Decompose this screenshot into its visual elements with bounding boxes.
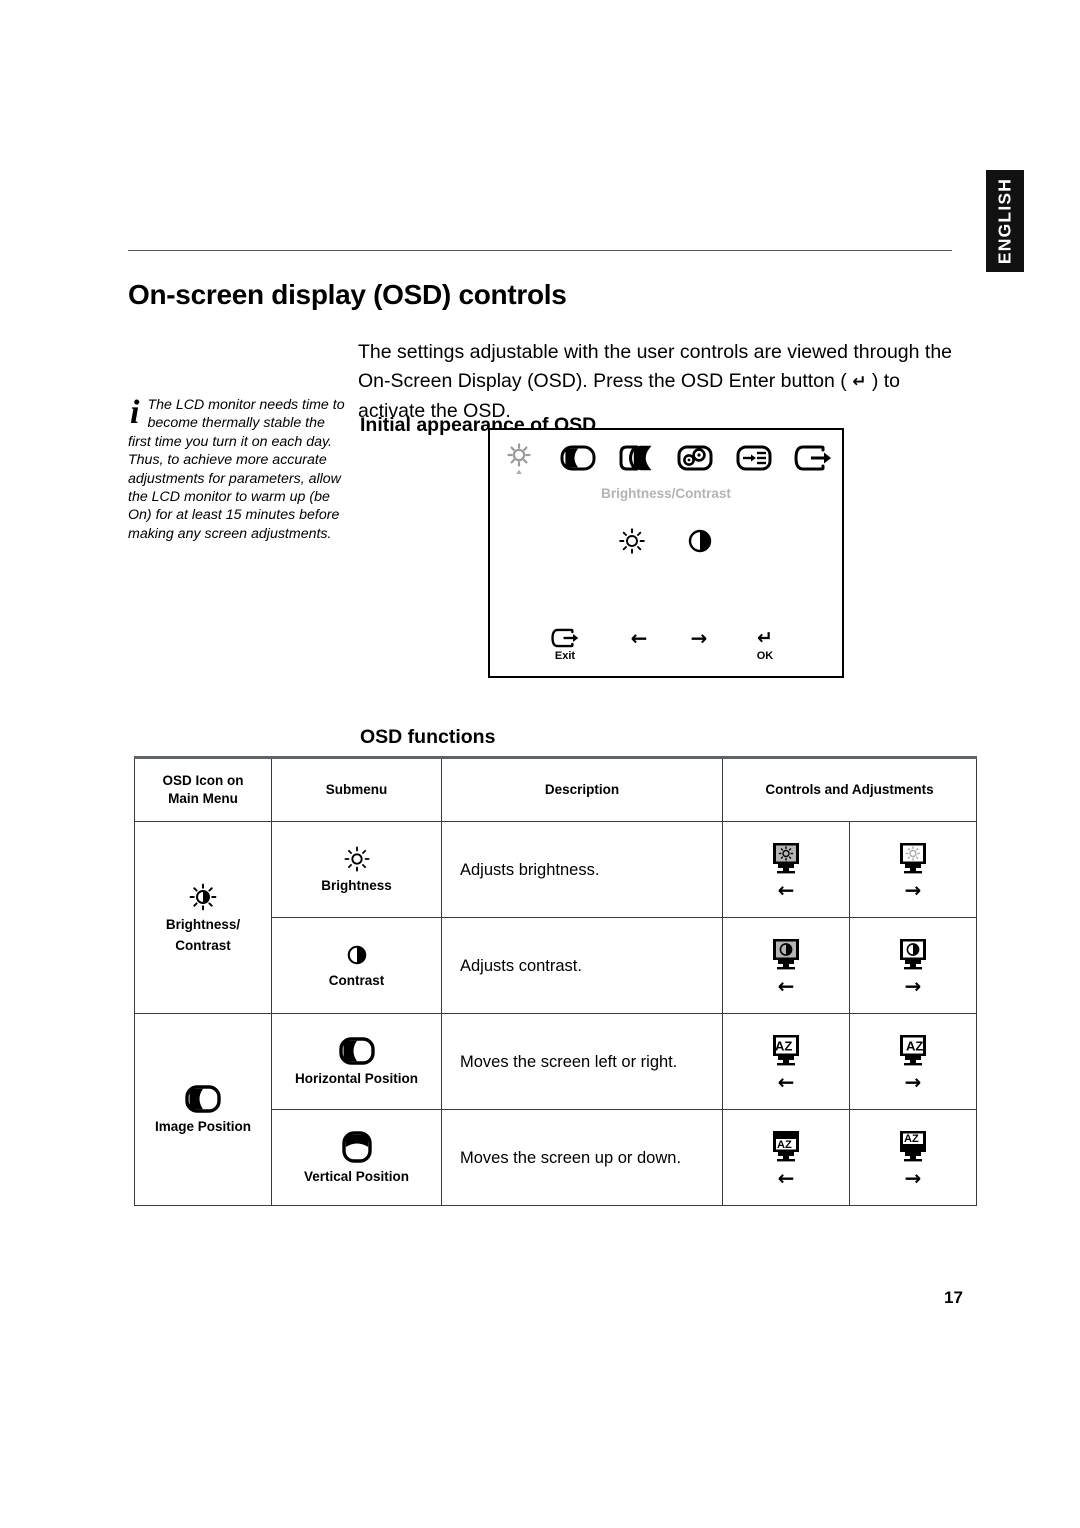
brightness-icon [343,845,371,873]
osd-menu-item-brightness-contrast [490,436,549,480]
osd-menu-item-options [725,436,784,480]
osd-panel-footer: Exit ← → ↵ OK [490,626,842,670]
arrow-left-icon: ← [777,973,795,998]
arrow-left-icon: ← [630,626,648,650]
note-text: The LCD monitor needs time to become the… [128,397,345,542]
arrow-right-icon: → [904,1069,922,1094]
table-header-row: OSD Icon on Main Menu Submenu Descriptio… [134,756,978,822]
description-cell: Adjusts brightness. [441,821,723,918]
submenu-label: Horizontal Position [295,1071,418,1086]
osd-footer-right: → [672,626,726,650]
image-properties-icon [676,443,714,473]
control-cell-shift-up: AZ → [848,1109,978,1206]
svg-text:AZ: AZ [775,1038,792,1053]
options-icon [735,443,773,473]
monitor-shift-right-icon: AZ [896,1033,930,1067]
header-divider [128,250,952,251]
exit-icon [538,626,592,650]
arrow-right-icon: → [904,877,922,902]
osd-menu-item-image-properties [666,436,725,480]
submenu-label: Contrast [328,973,385,988]
control-cell-shift-right: AZ → [848,1013,978,1110]
image-setup-icon [617,443,657,473]
information-i-icon: i [130,394,140,431]
horizontal-position-icon [338,1036,376,1066]
arrow-left-icon: ← [777,1069,795,1094]
monitor-brightness-dim-icon [769,841,803,875]
page-number: 17 [944,1288,963,1307]
arrow-left-icon: ← [777,1165,795,1190]
osd-panel-title: Brightness/Contrast [601,486,731,501]
table-row: Brightness/ Contrast Brightness Adjusts … [134,821,978,1014]
image-position-icon [559,443,597,473]
intro-paragraph: The settings adjustable with the user co… [358,338,958,426]
description-cell: Adjusts contrast. [441,917,723,1014]
main-menu-cell-brightness-contrast: Brightness/ Contrast [134,821,272,1014]
monitor-contrast-low-icon [769,937,803,971]
header-description: Description [441,756,723,822]
osd-footer-exit-label: Exit [554,650,576,662]
brightness-contrast-icon [188,882,218,912]
description-cell: Moves the screen left or right. [441,1013,723,1110]
osd-menu-item-image-setup [607,436,666,480]
description-cell: Moves the screen up or down. [441,1109,723,1206]
submenu-label: Brightness [321,878,392,893]
exit-icon [793,443,833,473]
main-menu-label-line1: Brightness/ [165,916,241,932]
submenu-cell-brightness: Brightness [271,821,442,918]
control-cell-increase-contrast: → [848,917,978,1014]
table-row: Image Position Horizontal Position Moves… [134,1013,978,1206]
osd-panel-illustration: Brightness/Contrast Exit ← → ↵ OK [488,428,844,678]
osd-footer-ok: ↵ OK [738,626,792,662]
brightness-icon [617,526,647,556]
monitor-shift-up-icon: AZ [896,1129,930,1163]
language-tab-english: ENGLISH [986,170,1024,272]
contrast-icon [685,526,715,556]
brightness-contrast-icon [502,441,536,475]
osd-menu-item-exit [783,436,842,480]
submenu-label: Vertical Position [303,1169,410,1184]
control-cell-decrease-brightness: ← [722,821,850,918]
osd-submenu-iconrow [490,526,842,556]
svg-text:AZ: AZ [777,1139,792,1151]
main-menu-label-line2: Contrast [175,937,231,953]
submenu-cell-vertical-position: Vertical Position [271,1109,442,1206]
monitor-shift-down-icon: AZ [769,1129,803,1163]
arrow-left-icon: ← [777,877,795,902]
control-cell-increase-brightness: → [848,821,978,918]
osd-main-menu-iconbar [490,436,842,480]
control-cell-shift-down: AZ ← [722,1109,850,1206]
control-cell-shift-left: AZ ← [722,1013,850,1110]
submenu-cell-contrast: Contrast [271,917,442,1014]
osd-functions-table: OSD Icon on Main Menu Submenu Descriptio… [134,756,978,1206]
svg-text:AZ: AZ [904,1133,919,1145]
monitor-brightness-bright-icon [896,841,930,875]
control-cell-decrease-contrast: ← [722,917,850,1014]
osd-footer-exit: Exit [538,626,592,662]
image-position-icon [184,1084,222,1114]
osd-menu-item-image-position [549,436,608,480]
arrow-right-icon: → [904,1165,922,1190]
page-title: On-screen display (OSD) controls [128,278,567,310]
osd-enter-button-icon: ↵ [852,371,867,392]
arrow-right-icon: → [904,973,922,998]
heading-osd-functions: OSD functions [360,726,496,749]
monitor-contrast-high-icon [896,937,930,971]
osd-footer-ok-label: OK [756,650,774,662]
header-osd-icon: OSD Icon on Main Menu [134,756,272,822]
vertical-position-icon [341,1130,373,1164]
header-submenu: Submenu [271,756,442,822]
note-block: i The LCD monitor needs time to become th… [128,396,346,543]
enter-icon: ↵ [757,626,773,649]
main-menu-label-line1: Image Position [154,1119,252,1134]
arrow-right-icon: → [690,626,708,650]
osd-footer-left: ← [612,626,666,650]
svg-text:AZ: AZ [906,1038,923,1053]
header-controls-adjustments: Controls and Adjustments [721,756,978,822]
main-menu-cell-image-position: Image Position [134,1013,272,1206]
submenu-cell-horizontal-position: Horizontal Position [271,1013,442,1110]
contrast-icon [344,942,370,968]
monitor-shift-left-icon: AZ [769,1033,803,1067]
language-tab-label: ENGLISH [994,177,1015,265]
